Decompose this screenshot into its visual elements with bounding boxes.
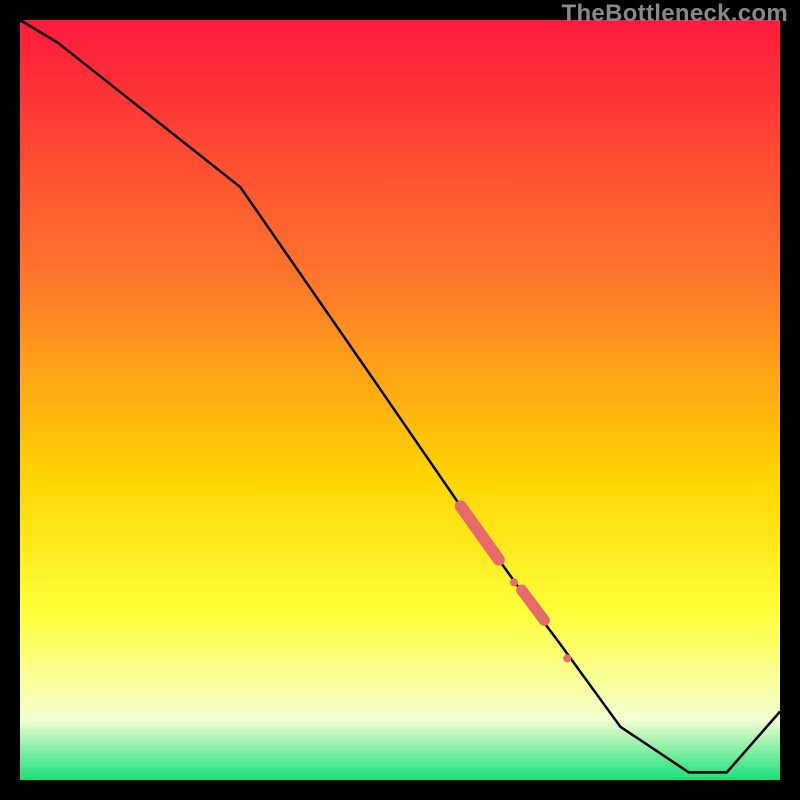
bottleneck-chart <box>0 0 800 800</box>
chart-stage: TheBottleneck.com <box>0 0 800 800</box>
plot-background <box>20 20 780 780</box>
watermark-text: TheBottleneck.com <box>562 0 788 28</box>
frame-right <box>780 0 800 800</box>
marker-dot <box>510 578 518 586</box>
frame-left <box>0 0 20 800</box>
frame-bottom <box>0 780 800 800</box>
marker-dot <box>563 654 571 662</box>
